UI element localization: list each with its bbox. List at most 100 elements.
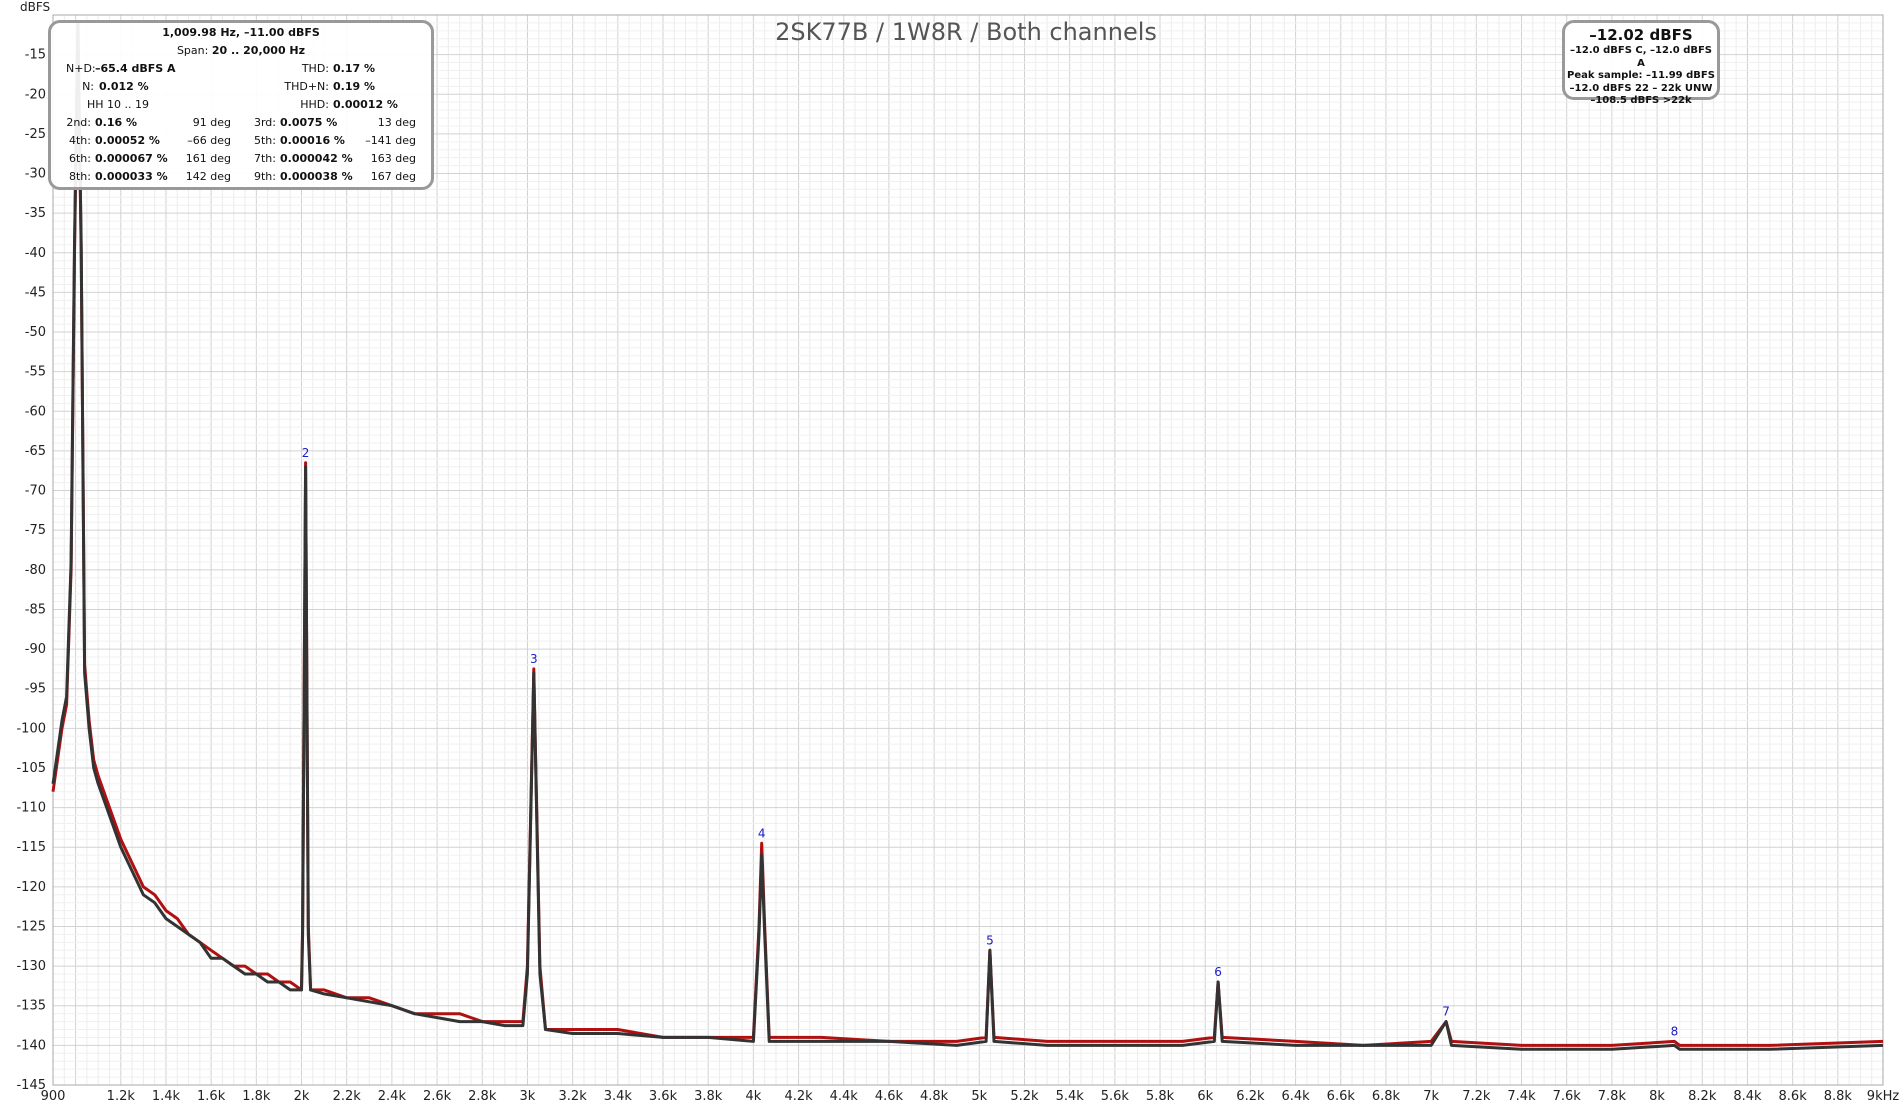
x-tick-label: 6.4k: [1281, 1089, 1310, 1103]
chart-title: 2SK77B / 1W8R / Both channels: [775, 18, 1157, 46]
x-tick-label: 6.8k: [1372, 1089, 1401, 1103]
harmonic-value: 0.000033 %: [95, 170, 168, 183]
hh-label: HH 10 .. 19: [87, 98, 150, 111]
harmonic-row: 2nd: 0.16 % 91 deg 3rd: 0.0075 % 13 deg: [51, 116, 431, 132]
nd-label: N+D:: [66, 62, 96, 75]
y-tick-label: -125: [16, 919, 46, 934]
y-tick-label: -55: [25, 365, 46, 380]
x-tick-label: 6.6k: [1327, 1089, 1356, 1103]
x-tick-label: 5.2k: [1010, 1089, 1039, 1103]
hhd-label: HHD:: [300, 98, 329, 111]
harmonic-phase: –141 deg: [365, 134, 416, 147]
y-tick-label: -80: [25, 563, 46, 578]
harmonic-phase: –66 deg: [187, 134, 231, 147]
harmonic-phase: 142 deg: [185, 170, 231, 183]
harmonic-row: 8th: 0.000033 % 142 deg 9th: 0.000038 % 167 d…: [51, 170, 431, 186]
y-tick-label: -30: [25, 167, 46, 182]
level-line-2: Peak sample: –11.99 dBFS: [1567, 70, 1715, 81]
harmonic-label: 3rd:: [253, 116, 276, 129]
x-tick-label: 9kHz: [1867, 1089, 1900, 1103]
nd-value: –65.4 dBFS A: [95, 62, 176, 75]
harmonic-label-3: 3: [530, 652, 538, 666]
x-tick-label: 3.4k: [604, 1089, 633, 1103]
stats-header: 1,009.98 Hz, –11.00 dBFS: [162, 26, 320, 39]
x-tick-label: 8.6k: [1779, 1089, 1808, 1103]
harmonic-label: 6th:: [69, 152, 91, 165]
x-tick-label: 5.8k: [1146, 1089, 1175, 1103]
harmonic-phase: 161 deg: [185, 152, 231, 165]
y-tick-label: -50: [25, 325, 46, 340]
harmonic-label-8: 8: [1671, 1024, 1679, 1038]
harmonic-row: 4th: 0.00052 % –66 deg 5th: 0.00016 % –141 de…: [51, 134, 431, 150]
x-tick-label: 5.6k: [1101, 1089, 1130, 1103]
y-tick-label: -75: [25, 523, 46, 538]
span-row: Span: 20 .. 20,000 Hz: [51, 44, 431, 57]
y-tick-label: -135: [16, 999, 46, 1014]
x-tick-label: 3.6k: [649, 1089, 678, 1103]
x-tick-label: 8.2k: [1688, 1089, 1717, 1103]
y-tick-label: -25: [25, 127, 46, 142]
harmonic-value: 0.16 %: [95, 116, 137, 129]
level-main: –12.02 dBFS: [1589, 26, 1693, 44]
x-tick-label: 6k: [1197, 1089, 1213, 1103]
harmonic-label: 4th:: [69, 134, 91, 147]
x-tick-label: 1.2k: [107, 1089, 136, 1103]
span-value: 20 .. 20,000 Hz: [211, 44, 306, 57]
y-tick-label: -35: [25, 206, 46, 221]
harmonic-phase: 167 deg: [370, 170, 416, 183]
harmonic-phase: 91 deg: [192, 116, 231, 129]
harmonic-label: 2nd:: [66, 116, 91, 129]
y-tick-label: -110: [16, 801, 46, 816]
x-tick-label: 8k: [1649, 1089, 1665, 1103]
x-tick-label: 3.2k: [559, 1089, 588, 1103]
harmonic-label: 9th:: [254, 170, 276, 183]
x-tick-label: 7.6k: [1553, 1089, 1582, 1103]
harmonic-row: 6th: 0.000067 % 161 deg 7th: 0.000042 % 163 d…: [51, 152, 431, 168]
harmonic-value: 0.000067 %: [95, 152, 168, 165]
stats-panel: 1,009.98 Hz, –11.00 dBFS Span: 20 .. 20,…: [48, 20, 434, 190]
y-tick-label: -90: [25, 642, 46, 657]
harmonic-phase: 163 deg: [370, 152, 416, 165]
n-value: 0.012 %: [99, 80, 149, 93]
harmonic-phase: 13 deg: [377, 116, 416, 129]
y-tick-label: -95: [25, 682, 46, 697]
x-axis: 900 1.2k 1.4k 1.6k 1.8k 2k 2.2k 2.4k 2.6k 2.8k 3k 3…: [41, 1089, 1900, 1103]
x-tick-label: 4.4k: [830, 1089, 859, 1103]
x-tick-label: 3k: [520, 1089, 536, 1103]
x-tick-label: 5.4k: [1056, 1089, 1085, 1103]
thd-label: THD:: [301, 62, 329, 75]
y-tick-label: -140: [16, 1038, 46, 1053]
thdn-value: 0.19 %: [333, 80, 375, 93]
harmonic-value: 0.00016 %: [280, 134, 345, 147]
x-tick-label: 2.4k: [378, 1089, 407, 1103]
harmonic-label-6: 6: [1214, 965, 1222, 979]
x-tick-label: 4.8k: [920, 1089, 949, 1103]
y-tick-label: -105: [16, 761, 46, 776]
y-tick-label: -20: [25, 87, 46, 102]
x-tick-label: 8.4k: [1733, 1089, 1762, 1103]
x-tick-label: 4k: [745, 1089, 761, 1103]
x-tick-label: 2.8k: [468, 1089, 497, 1103]
x-tick-label: 2.2k: [333, 1089, 362, 1103]
span-label: Span:: [176, 44, 209, 57]
y-tick-label: -100: [16, 721, 46, 736]
x-tick-label: 3.8k: [694, 1089, 723, 1103]
y-tick-label: -40: [25, 246, 46, 261]
harmonic-label: 5th:: [254, 134, 276, 147]
y-tick-label: -115: [16, 840, 46, 855]
thdn-label: THD+N:: [284, 80, 329, 93]
harmonic-label: 8th:: [69, 170, 91, 183]
y-tick-label: -45: [25, 285, 46, 300]
harmonic-label-4: 4: [758, 826, 766, 840]
y-tick-label: -85: [25, 602, 46, 617]
x-tick-label: 7.2k: [1462, 1089, 1491, 1103]
level-panel: –12.02 dBFS –12.0 dBFS C, –12.0 dBFS A P…: [1562, 20, 1720, 106]
x-tick-label: 5k: [971, 1089, 987, 1103]
x-tick-label: 1.8k: [242, 1089, 271, 1103]
level-line-1: –12.0 dBFS C, –12.0 dBFS A: [1569, 45, 1713, 69]
x-tick-label: 7.4k: [1507, 1089, 1536, 1103]
x-tick-label: 1.4k: [152, 1089, 181, 1103]
harmonic-value: 0.000042 %: [280, 152, 353, 165]
y-axis: -15 -20 -25 -30 -35 -40 -45 -50 -55 -60 -65 -70 -75 -…: [16, 48, 46, 1093]
y-axis-label: dBFS: [20, 0, 50, 14]
